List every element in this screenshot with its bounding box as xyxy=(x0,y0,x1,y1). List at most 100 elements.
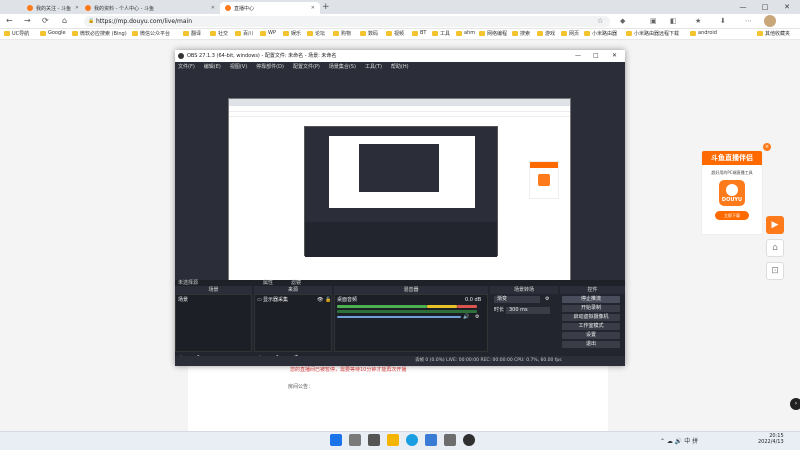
stop-streaming-button[interactable]: 停止推流 xyxy=(562,296,620,303)
bookmark-item[interactable]: 小米路由器远程下载 xyxy=(626,30,679,37)
mixer-panel: 桌面音频 0.0 dB 🔊 ⚙ xyxy=(334,294,488,352)
windows-start-icon[interactable] xyxy=(330,434,342,446)
bookmark-item[interactable]: 网页 xyxy=(561,30,579,37)
edge-browser-icon[interactable] xyxy=(406,434,418,446)
lock-icon[interactable]: 🔓 xyxy=(325,296,331,304)
close-icon[interactable]: ✕ xyxy=(207,5,215,11)
menu-scene-collection[interactable]: 场景集合(S) xyxy=(329,62,356,72)
extension-icon[interactable]: ◧ xyxy=(670,16,677,26)
star-icon[interactable]: ☆ xyxy=(597,16,603,26)
home-button[interactable]: ⌂ xyxy=(62,16,67,26)
tab-profile[interactable]: 我的资料 - 个人中心 - 斗鱼 ✕ xyxy=(80,2,220,14)
transition-select[interactable]: 渐变 xyxy=(494,296,540,303)
obs-app-icon[interactable] xyxy=(463,434,475,446)
menu-tools[interactable]: 工具(T) xyxy=(365,62,382,72)
menu-docks[interactable]: 停靠部件(D) xyxy=(256,62,284,72)
bookmark-item[interactable]: 小米路由器 xyxy=(584,30,617,37)
play-icon[interactable]: ▶ xyxy=(766,216,784,234)
new-tab-button[interactable]: + xyxy=(322,2,330,12)
minimize-button[interactable]: — xyxy=(732,0,754,14)
bookmark-item[interactable]: 搜索 xyxy=(512,30,530,37)
scene-item[interactable]: 场景 xyxy=(178,296,250,304)
bookmark-item[interactable]: WP xyxy=(260,30,276,36)
bookmark-item[interactable]: 工具 xyxy=(432,30,450,37)
settings-button[interactable]: 设置 xyxy=(562,332,620,339)
menu-file[interactable]: 文件(F) xyxy=(178,62,195,72)
bookmark-item[interactable]: 网络编程 xyxy=(479,30,507,37)
screenshot-icon[interactable]: ⊡ xyxy=(766,262,784,280)
promo-card[interactable]: 斗鱼直播伴侣 超好用的PC端直播工具 DOUYU 立即下载 xyxy=(701,150,763,235)
bookmark-item[interactable]: 购物 xyxy=(333,30,351,37)
bookmark-item[interactable]: 翻译 xyxy=(183,30,201,37)
gear-icon[interactable]: ⚙ xyxy=(475,313,479,321)
promo-close-icon[interactable]: × xyxy=(763,143,771,151)
captured-obs-window xyxy=(304,126,498,257)
search-icon[interactable] xyxy=(349,434,361,446)
obs-maximize-button[interactable]: □ xyxy=(593,50,599,62)
bookmark-item[interactable]: Google xyxy=(40,30,66,36)
bookmark-item[interactable]: UC导航 xyxy=(4,30,29,37)
extension-icon[interactable]: ◆ xyxy=(620,16,625,26)
studio-mode-button[interactable]: 工作室模式 xyxy=(562,323,620,330)
tab-follow[interactable]: 我的关注 - 斗鱼 ✕ xyxy=(22,2,78,14)
clock-date: 2022/4/13 xyxy=(758,439,784,445)
bookmark-item[interactable]: 百川 xyxy=(235,30,253,37)
home-icon[interactable]: ⌂ xyxy=(766,239,784,257)
bookmark-item[interactable]: ahm xyxy=(456,30,475,36)
obs-close-button[interactable]: ✕ xyxy=(612,50,617,62)
download-icon[interactable]: ⬇ xyxy=(720,16,726,26)
sources-list: 显示器采集 ▭ 👁 🔓 xyxy=(254,294,332,352)
bookmark-item[interactable]: 娱乐 xyxy=(283,30,301,37)
reload-button[interactable]: ⟳ xyxy=(42,16,49,26)
bookmark-item[interactable]: 微信公众平台 xyxy=(132,30,170,37)
file-explorer-icon[interactable] xyxy=(387,434,399,446)
bookmark-item[interactable]: android xyxy=(690,30,717,36)
menu-view[interactable]: 视图(V) xyxy=(230,62,247,72)
bookmark-label: 网络编程 xyxy=(487,31,508,37)
collections-icon[interactable]: ▣ xyxy=(650,16,657,26)
app-icon[interactable] xyxy=(444,434,456,446)
back-button[interactable]: ← xyxy=(6,16,13,26)
close-icon[interactable]: ✕ xyxy=(307,5,315,11)
menu-profile[interactable]: 配置文件(P) xyxy=(293,62,320,72)
bookmark-item[interactable]: 视频 xyxy=(386,30,404,37)
bookmark-item[interactable]: 游戏 xyxy=(537,30,555,37)
favorites-icon[interactable]: ★ xyxy=(695,16,701,26)
scenes-dock-title: 场景 xyxy=(175,286,252,294)
task-view-icon[interactable] xyxy=(368,434,380,446)
bookmark-item[interactable]: 数码 xyxy=(360,30,378,37)
scroll-icon[interactable]: › xyxy=(790,398,800,410)
bookmark-item[interactable]: 社交 xyxy=(210,30,228,37)
bookmark-item[interactable]: BT xyxy=(412,30,426,36)
obs-minimize-button[interactable]: — xyxy=(575,50,581,62)
eye-icon[interactable]: 👁 xyxy=(317,296,323,304)
maximize-button[interactable]: □ xyxy=(754,0,776,14)
menu-help[interactable]: 帮助(H) xyxy=(391,62,409,72)
source-item[interactable]: 显示器采集 xyxy=(263,296,288,304)
url-input[interactable]: 🔒 https://mp.douyu.com/live/main xyxy=(84,16,610,27)
bookmark-item[interactable]: 其他收藏夹 xyxy=(757,30,790,37)
virtual-camera-button[interactable]: 启动虚拟摄像机 xyxy=(562,314,620,321)
speaker-icon[interactable]: 🔊 xyxy=(463,313,469,321)
start-recording-button[interactable]: 开始录制 xyxy=(562,305,620,312)
bookmark-item[interactable]: 论坛 xyxy=(307,30,325,37)
download-button[interactable]: 立即下载 xyxy=(715,211,749,220)
forward-button[interactable]: → xyxy=(24,16,31,26)
bookmark-label: UC导航 xyxy=(12,31,30,37)
tab-label: 我的关注 - 斗鱼 xyxy=(36,5,71,12)
bookmark-item[interactable]: 微软必应搜索 (Bing) xyxy=(72,30,127,37)
exit-button[interactable]: 退出 xyxy=(562,341,620,348)
duration-input[interactable]: 300 ms xyxy=(506,307,550,314)
menu-edit[interactable]: 编辑(E) xyxy=(204,62,221,72)
clock[interactable]: 20:15 2022/4/13 xyxy=(758,433,784,445)
bookmark-label: 小米路由器 xyxy=(592,31,618,37)
app-icon[interactable] xyxy=(425,434,437,446)
close-icon[interactable]: ✕ xyxy=(71,5,78,11)
tab-live-center[interactable]: 直播中心 ✕ xyxy=(220,2,320,14)
close-window-button[interactable]: ✕ xyxy=(776,0,798,14)
volume-slider[interactable] xyxy=(337,316,461,318)
gear-icon[interactable]: ⚙ xyxy=(545,295,549,303)
system-tray[interactable]: ⌃ ☁ 🔊 中 拼 xyxy=(660,436,698,445)
menu-icon[interactable]: ⋯ xyxy=(745,16,752,26)
avatar[interactable] xyxy=(764,15,776,27)
